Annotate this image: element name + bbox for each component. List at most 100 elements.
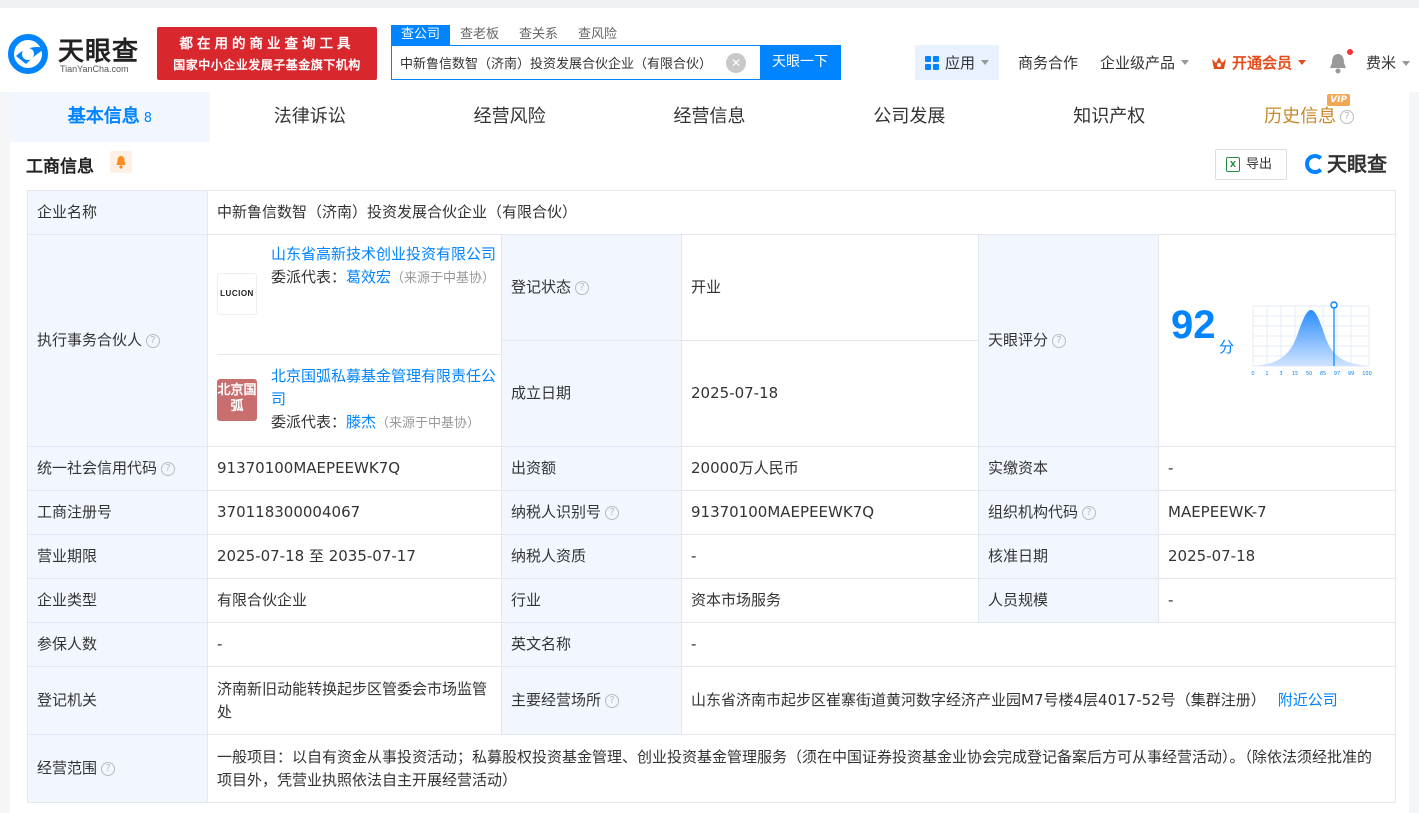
help-icon[interactable]: ? <box>161 461 176 476</box>
vip-badge: VIP <box>1327 94 1351 106</box>
partner-rep: 委派代表：滕杰（来源于中基协） <box>271 411 501 435</box>
field-label: 营业期限 <box>27 534 208 579</box>
help-icon[interactable]: ? <box>575 280 590 295</box>
nav-enterprise-products[interactable]: 企业级产品 <box>1100 45 1190 80</box>
address-cell: 山东省济南市起步区崔寨街道黄河数字经济产业园M7号楼4层4017-52号（集群注… <box>680 666 1397 735</box>
tab-legal[interactable]: 法律诉讼 <box>210 92 410 142</box>
established-value: 2025-07-18 <box>681 340 979 447</box>
field-label: 企业类型 <box>27 578 208 623</box>
search-bar: ✕ 天眼一下 <box>391 45 841 80</box>
help-icon[interactable]: ? <box>101 761 116 776</box>
search-type-tabs: 查公司 查老板 查关系 查风险 <box>391 25 627 45</box>
scope-value: 一般项目：以自有资金从事投资活动；私募股权投资基金管理、创业投资基金管理服务（须… <box>206 734 1397 803</box>
field-label: 登记机关 <box>27 666 208 735</box>
help-icon[interactable]: ? <box>1052 333 1067 348</box>
nearby-companies-link[interactable]: 附近公司 <box>1278 691 1338 709</box>
help-icon[interactable]: ? <box>605 505 620 520</box>
score-cell[interactable]: 92 分 0 1 3 15 50 85 97 99 100 <box>1157 234 1397 447</box>
table-row: 参保人数 - 英文名称 - <box>27 622 1397 667</box>
nav-open-vip[interactable]: 开通会员 <box>1211 45 1307 80</box>
search-tab-risk[interactable]: 查风险 <box>568 25 627 45</box>
address-value: 山东省济南市起步区崔寨街道黄河数字经济产业园M7号楼4层4017-52号（集群注… <box>691 691 1266 709</box>
field-label: 工商注册号 <box>27 490 208 535</box>
org-code-value: MAEPEEWK-7 <box>1157 490 1397 535</box>
brand-watermark: 天眼查 <box>1305 148 1387 177</box>
company-name-value: 中新鲁信数智（济南）投资发展合伙企业（有限合伙） <box>206 190 1397 235</box>
crown-icon <box>1212 56 1226 69</box>
rep-label: 委派代表： <box>271 267 347 286</box>
tab-operating-info[interactable]: 经营信息 <box>610 92 810 142</box>
tab-history[interactable]: VIP 历史信息? <box>1209 92 1409 142</box>
section-title: 工商信息 <box>26 157 94 177</box>
org-code-label-cell: 组织机构代码? <box>978 490 1159 535</box>
search-input[interactable] <box>392 46 726 79</box>
nav-app-label: 应用 <box>945 54 976 72</box>
site-logo[interactable]: 天眼查 TianYanCha.com <box>8 30 150 78</box>
rep-name-link[interactable]: 滕杰 <box>346 413 376 431</box>
help-icon[interactable]: ? <box>1082 505 1097 520</box>
search-button[interactable]: 天眼一下 <box>760 46 840 79</box>
user-menu[interactable]: 费米 <box>1366 52 1411 73</box>
table-row: 登记机关 济南新旧动能转换起步区管委会市场监管处 主要经营场所? 山东省济南市起… <box>27 666 1397 735</box>
axis-tick: 1 <box>1265 371 1268 377</box>
credit-code-label-cell: 统一社会信用代码? <box>27 446 208 491</box>
partner-name-link[interactable]: 北京国弧私募基金管理有限责任公司 <box>271 355 501 411</box>
tax-id-value: 91370100MAEPEEWK7Q <box>681 490 979 535</box>
field-label: 执行事务合伙人 <box>37 331 143 349</box>
table-row: 工商注册号 370118300004067 纳税人识别号? 91370100MA… <box>27 490 1397 535</box>
tab-label: 法律诉讼 <box>273 106 346 127</box>
tab-operating-risk[interactable]: 经营风险 <box>410 92 610 142</box>
partner-name-link[interactable]: 山东省高新技术创业投资有限公司 <box>271 236 501 266</box>
address-label-cell: 主要经营场所? <box>501 666 682 735</box>
credit-code-value: 91370100MAEPEEWK7Q <box>207 446 502 491</box>
field-label: 纳税人资质 <box>501 534 682 579</box>
rep-label: 委派代表： <box>271 412 347 431</box>
tab-basic-info[interactable]: 基本信息 8 <box>10 92 210 142</box>
nav-business[interactable]: 商务合作 <box>1018 45 1078 80</box>
clear-icon[interactable]: ✕ <box>726 53 746 73</box>
subscribe-bell-icon[interactable] <box>110 151 132 173</box>
help-icon[interactable]: ? <box>146 333 161 348</box>
status-label-cell: 登记状态? <box>501 234 682 341</box>
field-label: 英文名称 <box>501 622 682 667</box>
rep-name-link[interactable]: 葛效宏 <box>346 268 391 286</box>
capital-value: 20000万人民币 <box>681 446 979 491</box>
grid-icon <box>925 55 939 70</box>
bell-icon[interactable] <box>1328 52 1348 74</box>
table-row: 营业期限 2025-07-18 至 2035-07-17 纳税人资质 - 核准日… <box>27 534 1397 579</box>
field-label: 人员规模 <box>978 578 1159 623</box>
promo-line-2: 国家中小企业发展子基金旗下机构 <box>173 58 361 72</box>
term-value: 2025-07-18 至 2035-07-17 <box>207 534 502 579</box>
field-label: 出资额 <box>501 446 682 491</box>
search-tab-relation[interactable]: 查关系 <box>509 25 568 45</box>
search-tab-boss[interactable]: 查老板 <box>450 25 509 45</box>
status-value: 开业 <box>681 234 979 341</box>
nav-app-menu[interactable]: 应用 <box>915 45 1000 80</box>
tab-ip[interactable]: 知识产权 <box>1009 92 1209 142</box>
field-label: 行业 <box>501 578 682 623</box>
score-axis-ticks: 0 1 3 15 50 85 97 99 100 <box>1251 371 1371 377</box>
help-icon[interactable]: ? <box>1340 110 1355 124</box>
brand-watermark-label: 天眼查 <box>1327 152 1387 176</box>
field-label: 登记状态 <box>511 278 572 296</box>
tab-development[interactable]: 公司发展 <box>809 92 1009 142</box>
axis-tick: 50 <box>1306 371 1312 377</box>
nav-business-label: 商务合作 <box>1018 54 1079 72</box>
axis-tick: 0 <box>1251 371 1254 377</box>
partner-logo: 北京国弧 <box>217 378 257 421</box>
reg-no-value: 370118300004067 <box>207 490 502 535</box>
export-label: 导出 <box>1246 157 1273 172</box>
partner-label-cell: 执行事务合伙人? <box>27 234 208 447</box>
logo-name: 天眼查 <box>58 37 140 67</box>
export-button[interactable]: X 导出 <box>1215 149 1287 180</box>
tab-label: 公司发展 <box>873 106 946 127</box>
paid-capital-value: - <box>1157 446 1397 491</box>
field-label: 统一社会信用代码 <box>37 459 158 477</box>
scope-label-cell: 经营范围? <box>27 734 208 803</box>
chevron-down-icon <box>1298 60 1307 65</box>
help-icon[interactable]: ? <box>605 693 620 708</box>
search-tab-company[interactable]: 查公司 <box>391 25 451 45</box>
score-label-cell: 天眼评分? <box>978 234 1159 447</box>
table-row: 执行事务合伙人? LUCION 山东省高新技术创业投资有限公司 委派代表：葛效宏… <box>27 234 1397 447</box>
promo-banner[interactable]: 都在用的商业查询工具 国家中小企业发展子基金旗下机构 <box>157 27 377 80</box>
